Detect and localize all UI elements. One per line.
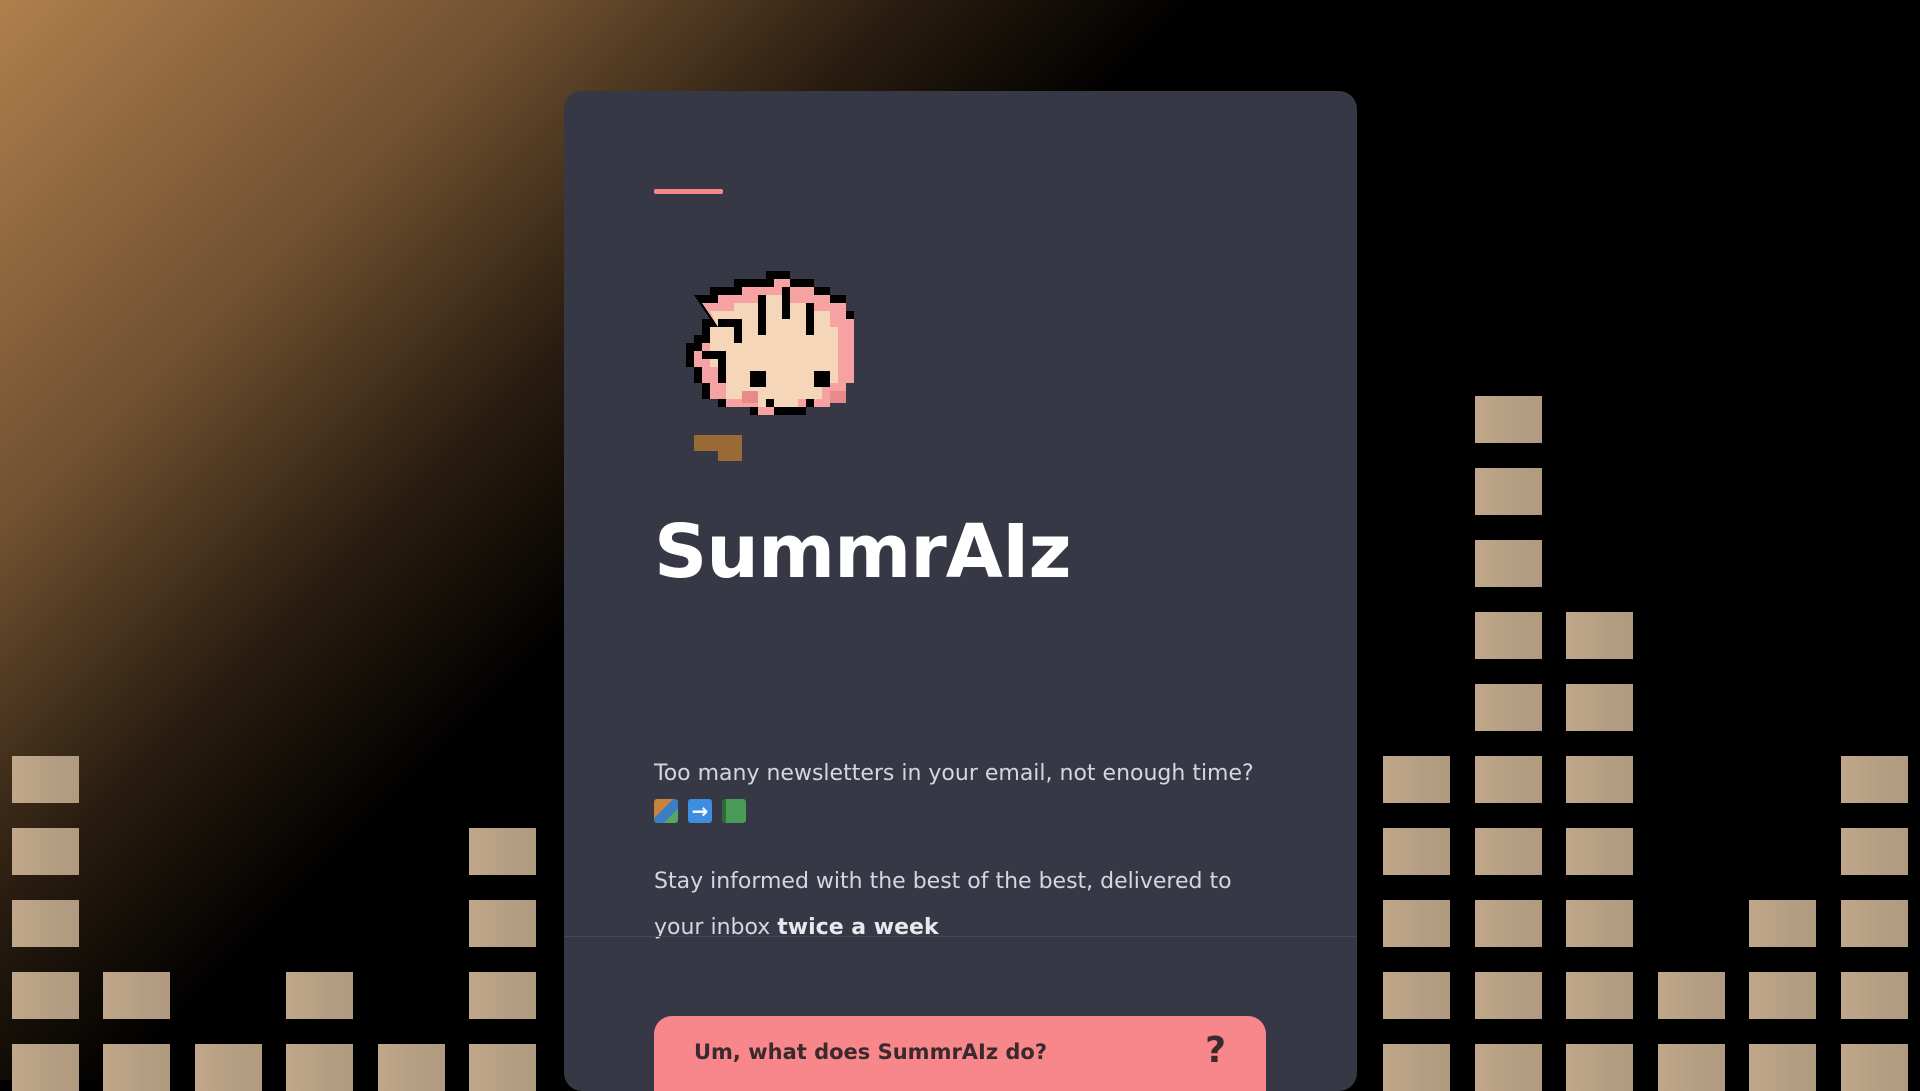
equalizer-block xyxy=(1475,756,1542,803)
equalizer-block xyxy=(1475,1044,1542,1091)
equalizer-block xyxy=(286,1044,353,1091)
equalizer-block xyxy=(1475,972,1542,1019)
tagline: Too many newsletters in your email, not … xyxy=(654,761,1254,786)
equalizer-block xyxy=(1566,756,1633,803)
question-mark-icon: ? xyxy=(1205,1030,1226,1071)
equalizer-block xyxy=(12,828,79,875)
equalizer-block xyxy=(1383,1044,1450,1091)
description-text: Stay informed with the best of the best,… xyxy=(654,869,1232,940)
equalizer-block xyxy=(286,972,353,1019)
equalizer-block xyxy=(12,900,79,947)
signup-card: SummrAIz Too many newsletters in your em… xyxy=(564,91,1357,1091)
equalizer-block xyxy=(1658,1044,1725,1091)
equalizer-block xyxy=(1475,828,1542,875)
equalizer-block xyxy=(195,1044,262,1091)
description: Stay informed with the best of the best,… xyxy=(654,859,1274,951)
green-book-emoji-icon xyxy=(722,799,746,823)
equalizer-block xyxy=(1566,972,1633,1019)
equalizer-block xyxy=(1475,396,1542,443)
equalizer-block xyxy=(1841,828,1908,875)
app-title: SummrAIz xyxy=(654,509,1072,595)
equalizer-block xyxy=(1475,612,1542,659)
brain-mascot-icon xyxy=(686,271,854,461)
equalizer-block xyxy=(12,972,79,1019)
equalizer-block xyxy=(1475,684,1542,731)
equalizer-block xyxy=(103,1044,170,1091)
equalizer-block xyxy=(1841,1044,1908,1091)
equalizer-block xyxy=(1841,972,1908,1019)
equalizer-block xyxy=(1475,468,1542,515)
equalizer-block xyxy=(469,1044,536,1091)
faq-question: Um, what does SummrAIz do? xyxy=(694,1040,1048,1064)
equalizer-block xyxy=(1841,756,1908,803)
equalizer-block xyxy=(1749,972,1816,1019)
equalizer-block xyxy=(1566,1044,1633,1091)
equalizer-block xyxy=(469,972,536,1019)
equalizer-block xyxy=(1566,612,1633,659)
equalizer-block xyxy=(1475,540,1542,587)
equalizer-block xyxy=(1841,900,1908,947)
accent-line xyxy=(654,189,723,194)
equalizer-block xyxy=(1383,972,1450,1019)
equalizer-block xyxy=(378,1044,445,1091)
equalizer-block xyxy=(1383,828,1450,875)
equalizer-block xyxy=(1383,900,1450,947)
equalizer-block xyxy=(1658,972,1725,1019)
equalizer-block xyxy=(1475,900,1542,947)
equalizer-block xyxy=(12,1044,79,1091)
books-emoji-icon xyxy=(654,799,678,823)
equalizer-block xyxy=(1566,828,1633,875)
right-arrow-emoji-icon xyxy=(688,799,712,823)
equalizer-block xyxy=(103,972,170,1019)
equalizer-block xyxy=(12,756,79,803)
equalizer-block xyxy=(1566,684,1633,731)
equalizer-block xyxy=(1383,756,1450,803)
emoji-row xyxy=(654,799,746,823)
equalizer-block xyxy=(1749,900,1816,947)
equalizer-block xyxy=(469,900,536,947)
equalizer-block xyxy=(1749,1044,1816,1091)
divider xyxy=(564,936,1357,937)
equalizer-block xyxy=(469,828,536,875)
equalizer-block xyxy=(1566,900,1633,947)
